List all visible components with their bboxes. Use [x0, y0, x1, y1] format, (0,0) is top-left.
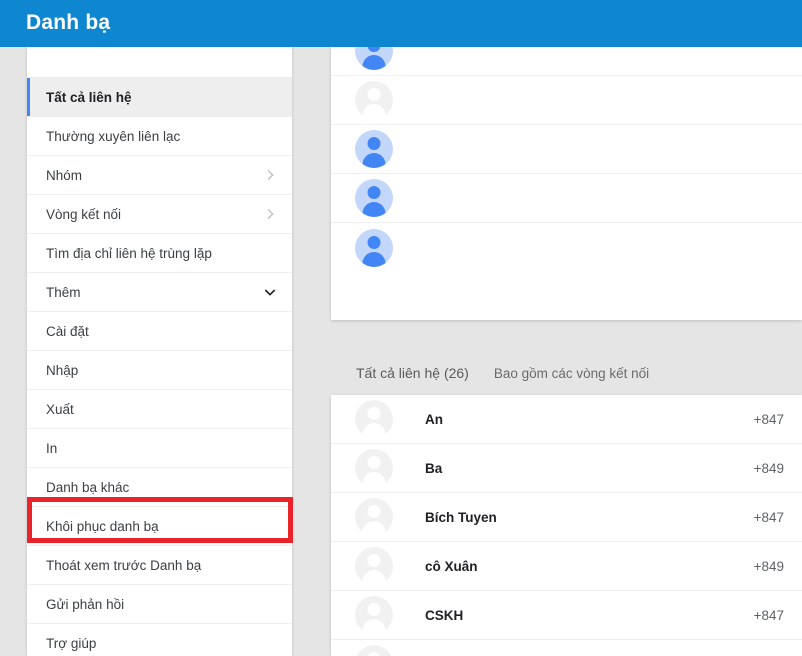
sidebar-item-3[interactable]: Vòng kết nối — [27, 195, 292, 234]
page-title: Danh bạ — [26, 11, 111, 34]
contacts-list-card: An +847 Ba +849 Bích Tuyen +847 cô Xuân +849 CSK… — [331, 395, 802, 656]
top-contact-row[interactable] — [331, 125, 802, 174]
contacts-section-header: Tất cả liên hệ (26) Bao gồm các vòng kết… — [331, 358, 802, 388]
sidebar-item-label: Gửi phản hồi — [46, 596, 125, 612]
contact-phone: +847 — [753, 607, 784, 623]
sidebar-item-label: Vòng kết nối — [46, 206, 122, 222]
sidebar-item-13[interactable]: Gửi phản hồi — [27, 585, 292, 624]
sidebar-item-7[interactable]: Nhập — [27, 351, 292, 390]
sidebar-item-10[interactable]: Danh bạ khác — [27, 468, 292, 507]
contact-avatar-icon — [355, 596, 393, 634]
app-header: Danh bạ — [0, 0, 802, 47]
sidebar-item-label: Thoát xem trước Danh bạ — [46, 557, 202, 573]
sidebar-item-label: Khôi phục danh bạ — [46, 518, 159, 534]
contact-phone: +849 — [753, 558, 784, 574]
contact-phone: +849 — [753, 460, 784, 476]
sidebar-item-0[interactable]: Tất cả liên hệ — [27, 78, 292, 117]
contact-avatar-icon — [355, 130, 393, 168]
table-row[interactable]: Bích Tuyen +847 — [331, 493, 802, 542]
app-root: Danh bạ Tất cả liên hệ Thường xuyên liên … — [0, 0, 802, 656]
top-contact-row[interactable] — [331, 174, 802, 223]
contact-avatar-icon — [355, 449, 393, 487]
include-circles-label[interactable]: Bao gồm các vòng kết nối — [494, 366, 649, 381]
contact-avatar-icon — [355, 498, 393, 536]
sidebar-item-12[interactable]: Thoát xem trước Danh bạ — [27, 546, 292, 585]
table-row[interactable]: An +847 — [331, 395, 802, 444]
sidebar-item-label: Tìm địa chỉ liên hệ trùng lặp — [46, 245, 212, 261]
sidebar-item-label: Nhập — [46, 362, 79, 378]
table-row[interactable]: CSKH +847 — [331, 591, 802, 640]
contact-avatar-icon — [355, 547, 393, 585]
sidebar-item-6[interactable]: Cài đặt — [27, 312, 292, 351]
contact-avatar-icon — [355, 179, 393, 217]
sidebar-menu: Tất cả liên hệ Thường xuyên liên lạc Nhóm V… — [27, 78, 292, 656]
sidebar-item-label: Tất cả liên hệ — [46, 89, 132, 105]
contact-phone: +847 — [753, 509, 784, 525]
sidebar-item-label: Thường xuyên liên lạc — [46, 128, 181, 144]
contact-phone: +847 — [753, 411, 784, 427]
sidebar-item-1[interactable]: Thường xuyên liên lạc — [27, 117, 292, 156]
contact-avatar-icon — [355, 645, 393, 656]
table-row[interactable]: Ba +849 — [331, 444, 802, 493]
sidebar-item-8[interactable]: Xuất — [27, 390, 292, 429]
sidebar-item-label: Thêm — [46, 284, 81, 300]
top-contacts-card — [331, 0, 802, 320]
sidebar-item-11[interactable]: Khôi phục danh bạ — [27, 507, 292, 546]
sidebar-item-5[interactable]: Thêm — [27, 273, 292, 312]
sidebar-item-label: Cài đặt — [46, 323, 89, 339]
table-row[interactable] — [331, 640, 802, 656]
sidebar-item-2[interactable]: Nhóm — [27, 156, 292, 195]
sidebar-item-label: Danh bạ khác — [46, 479, 130, 495]
contact-name: Ba — [425, 460, 443, 476]
chevron-down-icon — [262, 284, 278, 300]
sidebar-item-label: Trợ giúp — [46, 635, 97, 651]
contact-name: Bích Tuyen — [425, 509, 497, 525]
contact-avatar-icon — [355, 81, 393, 119]
contact-name: cô Xuân — [425, 558, 478, 574]
sidebar-item-14[interactable]: Trợ giúp — [27, 624, 292, 656]
sidebar-item-9[interactable]: In — [27, 429, 292, 468]
sidebar-item-4[interactable]: Tìm địa chỉ liên hệ trùng lặp — [27, 234, 292, 273]
sidebar-item-label: In — [46, 440, 58, 456]
table-row[interactable]: cô Xuân +849 — [331, 542, 802, 591]
top-contact-row[interactable] — [331, 223, 802, 272]
top-contact-row[interactable] — [331, 76, 802, 125]
sidebar: Tất cả liên hệ Thường xuyên liên lạc Nhóm V… — [27, 0, 292, 656]
all-contacts-title: Tất cả liên hệ (26) — [356, 365, 469, 381]
contact-avatar-icon — [355, 400, 393, 438]
main-content: Tất cả liên hệ (26) Bao gồm các vòng kết… — [331, 0, 802, 656]
chevron-right-icon — [262, 167, 278, 183]
contact-name: An — [425, 411, 443, 427]
chevron-right-icon — [262, 206, 278, 222]
contact-avatar-icon — [355, 228, 393, 267]
contacts-list: An +847 Ba +849 Bích Tuyen +847 cô Xuân +849 CSK… — [331, 395, 802, 656]
contact-name: CSKH — [425, 607, 464, 623]
sidebar-item-label: Nhóm — [46, 167, 83, 183]
sidebar-item-label: Xuất — [46, 401, 74, 417]
